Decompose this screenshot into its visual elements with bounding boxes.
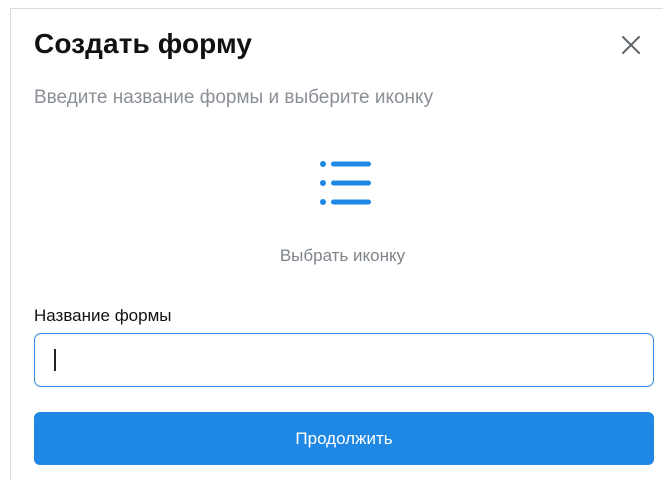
dialog-title: Создать форму — [34, 28, 253, 59]
dialog-subtitle: Введите название формы и выберите иконку — [34, 87, 434, 108]
choose-icon-link[interactable]: Выбрать иконку — [11, 246, 663, 266]
text-caret — [54, 349, 56, 371]
form-name-label: Название формы — [34, 306, 172, 325]
close-icon[interactable] — [619, 33, 643, 57]
list-icon[interactable] — [311, 161, 373, 209]
continue-button[interactable]: Продолжить — [34, 412, 654, 465]
form-name-input[interactable] — [34, 333, 654, 387]
create-form-dialog: Создать форму Введите название формы и в… — [10, 8, 663, 481]
